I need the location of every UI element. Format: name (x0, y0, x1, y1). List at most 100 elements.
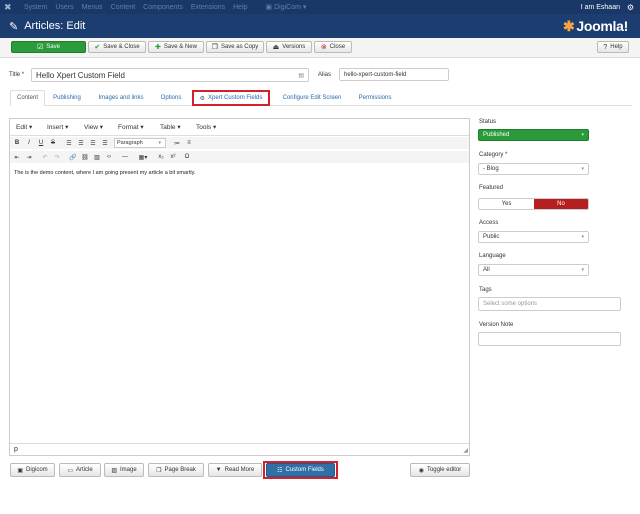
undo-icon[interactable]: ↶ (40, 152, 50, 162)
tags-label: Tags (479, 287, 492, 293)
caret-down-icon: ▾ (177, 124, 181, 131)
help-button[interactable]: ? Help (597, 41, 629, 53)
menu-digicom[interactable]: ▣ DigiCom ▾ (266, 3, 307, 11)
user-menu[interactable]: I am Eshaan (581, 4, 620, 11)
access-select[interactable]: Public ▾ (478, 231, 589, 243)
table-icon[interactable]: ▦▾ (134, 152, 152, 162)
toggle-editor-button[interactable]: ◉ Toggle editor (410, 463, 470, 477)
editor-menu-view-label: View (84, 124, 98, 131)
read-more-button[interactable]: ▼ Read More (208, 463, 262, 477)
access-value: Public (483, 234, 500, 240)
version-note-label: Version Note (479, 322, 514, 328)
redo-icon[interactable]: ↷ (52, 152, 62, 162)
editor-menu-view[interactable]: View ▾ (84, 123, 103, 131)
superscript-icon[interactable]: x² (168, 152, 178, 162)
unlink-icon[interactable]: ⛓ (80, 152, 90, 162)
field-icon: ▤ (298, 72, 304, 79)
check-icon: ✔ (94, 43, 101, 51)
digicom-button[interactable]: ▣ Digicom (10, 463, 55, 477)
alias-value: hello-xpert-custom-field (344, 71, 407, 78)
picture-icon: ▨ (111, 467, 117, 474)
save-new-button[interactable]: ✚ Save & New (148, 41, 204, 53)
tab-configure-edit-screen[interactable]: Configure Edit Screen (276, 90, 348, 106)
title-input[interactable]: Hello Xpert Custom Field ▤ (31, 68, 309, 82)
featured-toggle: Yes No (478, 198, 589, 210)
joomla-brand-text: Joomla! (576, 17, 628, 34)
category-select[interactable]: - Blog ▾ (478, 163, 589, 175)
align-justify-icon[interactable]: ☰ (100, 138, 110, 148)
special-char-icon[interactable]: Ω (182, 152, 192, 162)
strikethrough-icon[interactable]: S (48, 138, 58, 148)
status-label: Status (479, 119, 497, 125)
language-select[interactable]: All ▾ (478, 264, 589, 276)
underline-icon[interactable]: U (36, 138, 46, 148)
version-note-input[interactable] (478, 332, 621, 346)
editor-content[interactable]: The is the demo content, where I am goin… (14, 170, 195, 176)
code-icon[interactable]: ‹› (104, 152, 114, 162)
tab-images-and-links[interactable]: Images and links (92, 90, 150, 106)
editor-menu-edit-label: Edit (16, 124, 28, 131)
featured-no-button[interactable]: No (534, 199, 588, 209)
menu-system[interactable]: System (24, 4, 47, 11)
align-right-icon[interactable]: ☰ (88, 138, 98, 148)
save-copy-button[interactable]: ❐ Save as Copy (206, 41, 264, 53)
menu-content[interactable]: Content (111, 4, 136, 11)
editor-menu-table-label: Table (160, 124, 176, 131)
tab-permissions[interactable]: Permissions (354, 90, 396, 106)
page-title: Articles: Edit (24, 20, 86, 32)
tab-options[interactable]: Options (155, 90, 187, 106)
editor-menu-format[interactable]: Format ▾ (118, 123, 144, 131)
help-label: Help (610, 44, 623, 50)
save-close-button[interactable]: ✔ Save & Close (88, 41, 146, 53)
editor-menu-insert[interactable]: Insert ▾ (47, 123, 68, 131)
alias-label: Alias (318, 72, 332, 78)
page-break-button-label: Page Break (164, 467, 196, 473)
tab-content[interactable]: Content (10, 90, 45, 106)
subscript-icon[interactable]: x₂ (156, 152, 166, 162)
tab-publishing[interactable]: Publishing (48, 90, 86, 106)
custom-fields-button[interactable]: ☷ Custom Fields (266, 463, 335, 477)
status-select[interactable]: Published ▾ (478, 129, 589, 141)
page-break-button[interactable]: ❐ Page Break (148, 463, 204, 477)
article-button[interactable]: ▭ Article (59, 463, 101, 477)
alias-input[interactable]: hello-xpert-custom-field (339, 68, 449, 81)
horizontal-rule-icon[interactable]: — (120, 152, 130, 162)
tags-input[interactable]: Select some options (478, 297, 621, 311)
menu-components[interactable]: Components (143, 4, 183, 11)
save-button[interactable]: ☑ Save (11, 41, 86, 53)
align-center-icon[interactable]: ☰ (76, 138, 86, 148)
resize-handle-icon[interactable]: ◢ (463, 447, 468, 454)
editor-toolbar-row-1: B I U S ☰ ☰ ☰ ☰ Paragraph ▾ ≔ ≡ (10, 137, 469, 149)
menu-users[interactable]: Users (55, 4, 73, 11)
image-icon[interactable]: ▨ (92, 152, 102, 162)
numbered-list-icon[interactable]: ≡ (184, 138, 194, 148)
outdent-icon[interactable]: ⇤ (12, 152, 22, 162)
format-select[interactable]: Paragraph ▾ (114, 138, 166, 148)
digicom-icon: ▣ (265, 4, 273, 11)
user-gear-icon[interactable]: ⚙ (627, 3, 634, 12)
indent-icon[interactable]: ⇥ (24, 152, 34, 162)
menu-menus[interactable]: Menus (82, 4, 103, 11)
editor-menu-edit[interactable]: Edit ▾ (16, 123, 32, 131)
close-label: Close (329, 44, 346, 50)
tab-xpert-custom-fields[interactable]: ⚙ Xpert Custom Fields (192, 90, 270, 106)
align-left-icon[interactable]: ☰ (64, 138, 74, 148)
versions-button[interactable]: ⏏ Versions (266, 41, 312, 53)
image-button[interactable]: ▨ Image (104, 463, 144, 477)
close-button[interactable]: ⊗ Close (314, 41, 352, 53)
link-icon[interactable]: 🔗 (68, 152, 78, 162)
editor-menu-tools[interactable]: Tools ▾ (196, 123, 216, 131)
menu-extensions[interactable]: Extensions (191, 4, 225, 11)
featured-yes-button[interactable]: Yes (479, 199, 534, 209)
bold-icon[interactable]: B (12, 138, 22, 148)
caret-down-icon: ▾ (158, 140, 161, 146)
italic-icon[interactable]: I (24, 138, 34, 148)
save-label: Save (46, 44, 60, 50)
element-path[interactable]: p (14, 446, 18, 453)
access-label: Access (479, 220, 499, 226)
save-close-label: Save & Close (103, 44, 140, 50)
bullet-list-icon[interactable]: ≔ (172, 138, 182, 148)
joomla-logo-icon[interactable]: ✖ (4, 2, 24, 13)
menu-help[interactable]: Help (233, 4, 247, 11)
editor-menu-table[interactable]: Table ▾ (160, 123, 181, 131)
